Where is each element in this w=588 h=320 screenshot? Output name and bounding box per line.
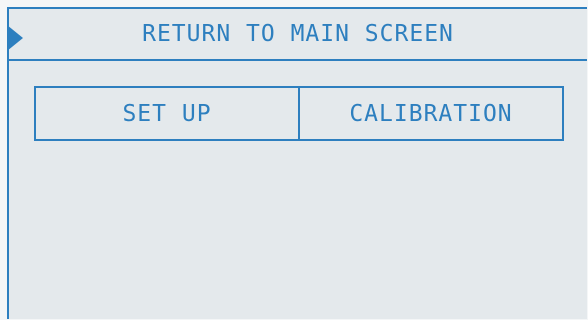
selector-arrow-icon	[7, 25, 23, 51]
calibration-button[interactable]: CALIBRATION	[300, 88, 562, 139]
return-to-main-screen-button[interactable]: RETURN TO MAIN SCREEN	[7, 9, 587, 61]
display-screen: RETURN TO MAIN SCREEN SET UP CALIBRATION	[7, 7, 587, 319]
header-title: RETURN TO MAIN SCREEN	[142, 21, 454, 47]
menu-options: SET UP CALIBRATION	[34, 86, 564, 141]
set-up-button[interactable]: SET UP	[36, 88, 300, 139]
